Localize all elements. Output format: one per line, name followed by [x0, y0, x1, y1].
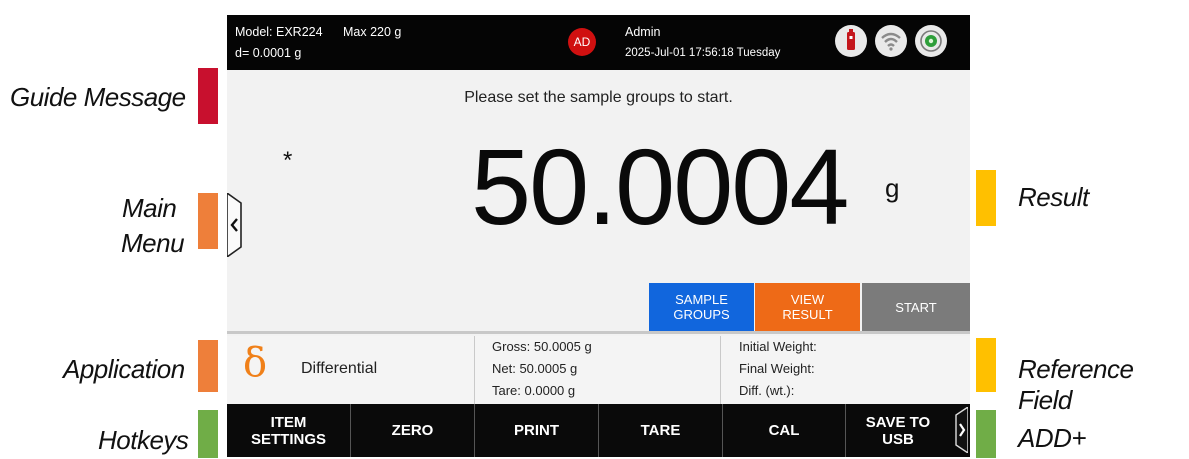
start-button[interactable]: START — [862, 283, 970, 331]
level-bubble-icon[interactable] — [915, 25, 947, 57]
difference-weight-label: Diff. (wt.): — [739, 383, 795, 398]
tare-hotkey[interactable]: TARE — [599, 404, 722, 457]
guide-message: Please set the sample groups to start. — [464, 89, 733, 106]
model-label: Model: EXR224 — [235, 25, 323, 39]
reference-field-swatch — [976, 338, 996, 392]
differential-icon: δ — [243, 340, 268, 386]
datetime: 2025-Jul-01 17:56:18 Tuesday — [625, 47, 781, 59]
print-hotkey[interactable]: PRINT — [475, 404, 598, 457]
cal-hotkey[interactable]: CAL — [723, 404, 845, 457]
user-name: Admin — [625, 25, 661, 39]
callout-hotkeys: Hotkeys — [98, 425, 189, 455]
callout-main-menu-line1: Main — [122, 193, 177, 223]
main-menu-tab[interactable] — [227, 193, 245, 257]
application-swatch — [198, 340, 218, 392]
callout-result: Result — [1018, 182, 1089, 212]
item-settings-hotkey[interactable]: ITEM SETTINGS — [227, 404, 350, 457]
main-menu-swatch — [198, 193, 218, 249]
final-weight-label: Final Weight: — [739, 361, 815, 376]
wifi-icon[interactable] — [875, 25, 907, 57]
callout-reference-field: Reference Field — [1018, 354, 1134, 415]
guide-message-swatch — [198, 68, 218, 124]
weight-reading: 50.0004 — [471, 126, 849, 247]
add-plus-tab[interactable] — [952, 407, 968, 453]
balance-screen: Model: EXR224 Max 220 g d= 0.0001 g AD A… — [227, 15, 970, 457]
hotkey-bar: ITEM SETTINGS ZERO PRINT TARE CAL SAVE TO… — [227, 404, 970, 457]
weight-unit: g — [885, 173, 900, 203]
callout-add-plus: ADD+ — [1018, 423, 1087, 453]
add-plus-swatch — [976, 410, 996, 458]
stability-indicator: * — [283, 147, 293, 174]
separator — [227, 331, 970, 334]
user-avatar[interactable]: AD — [568, 28, 596, 56]
application-name: Differential — [301, 360, 378, 377]
view-result-button[interactable]: VIEW RESULT — [755, 283, 860, 331]
tare-weight: Tare: 0.0000 g — [492, 383, 576, 398]
net-weight: Net: 50.0005 g — [492, 361, 578, 376]
usb-icon[interactable] — [835, 25, 867, 57]
readability-label: d= 0.0001 g — [235, 46, 302, 60]
save-to-usb-hotkey[interactable]: SAVE TO USB — [846, 404, 950, 457]
initial-weight-label: Initial Weight: — [739, 339, 817, 354]
status-bar: Model: EXR224 Max 220 g d= 0.0001 g AD A… — [227, 15, 970, 70]
callout-guide-message: Guide Message — [10, 82, 186, 112]
zero-hotkey[interactable]: ZERO — [351, 404, 474, 457]
callout-main-menu-line2: Menu — [121, 228, 185, 258]
callout-application: Application — [63, 354, 185, 384]
result-swatch — [976, 170, 996, 226]
max-capacity-label: Max 220 g — [343, 25, 402, 39]
gross-weight: Gross: 50.0005 g — [492, 339, 592, 354]
panel-divider — [720, 336, 721, 404]
hotkeys-swatch — [198, 410, 218, 458]
sample-groups-button[interactable]: SAMPLE GROUPS — [649, 283, 754, 331]
panel-divider — [474, 336, 475, 404]
